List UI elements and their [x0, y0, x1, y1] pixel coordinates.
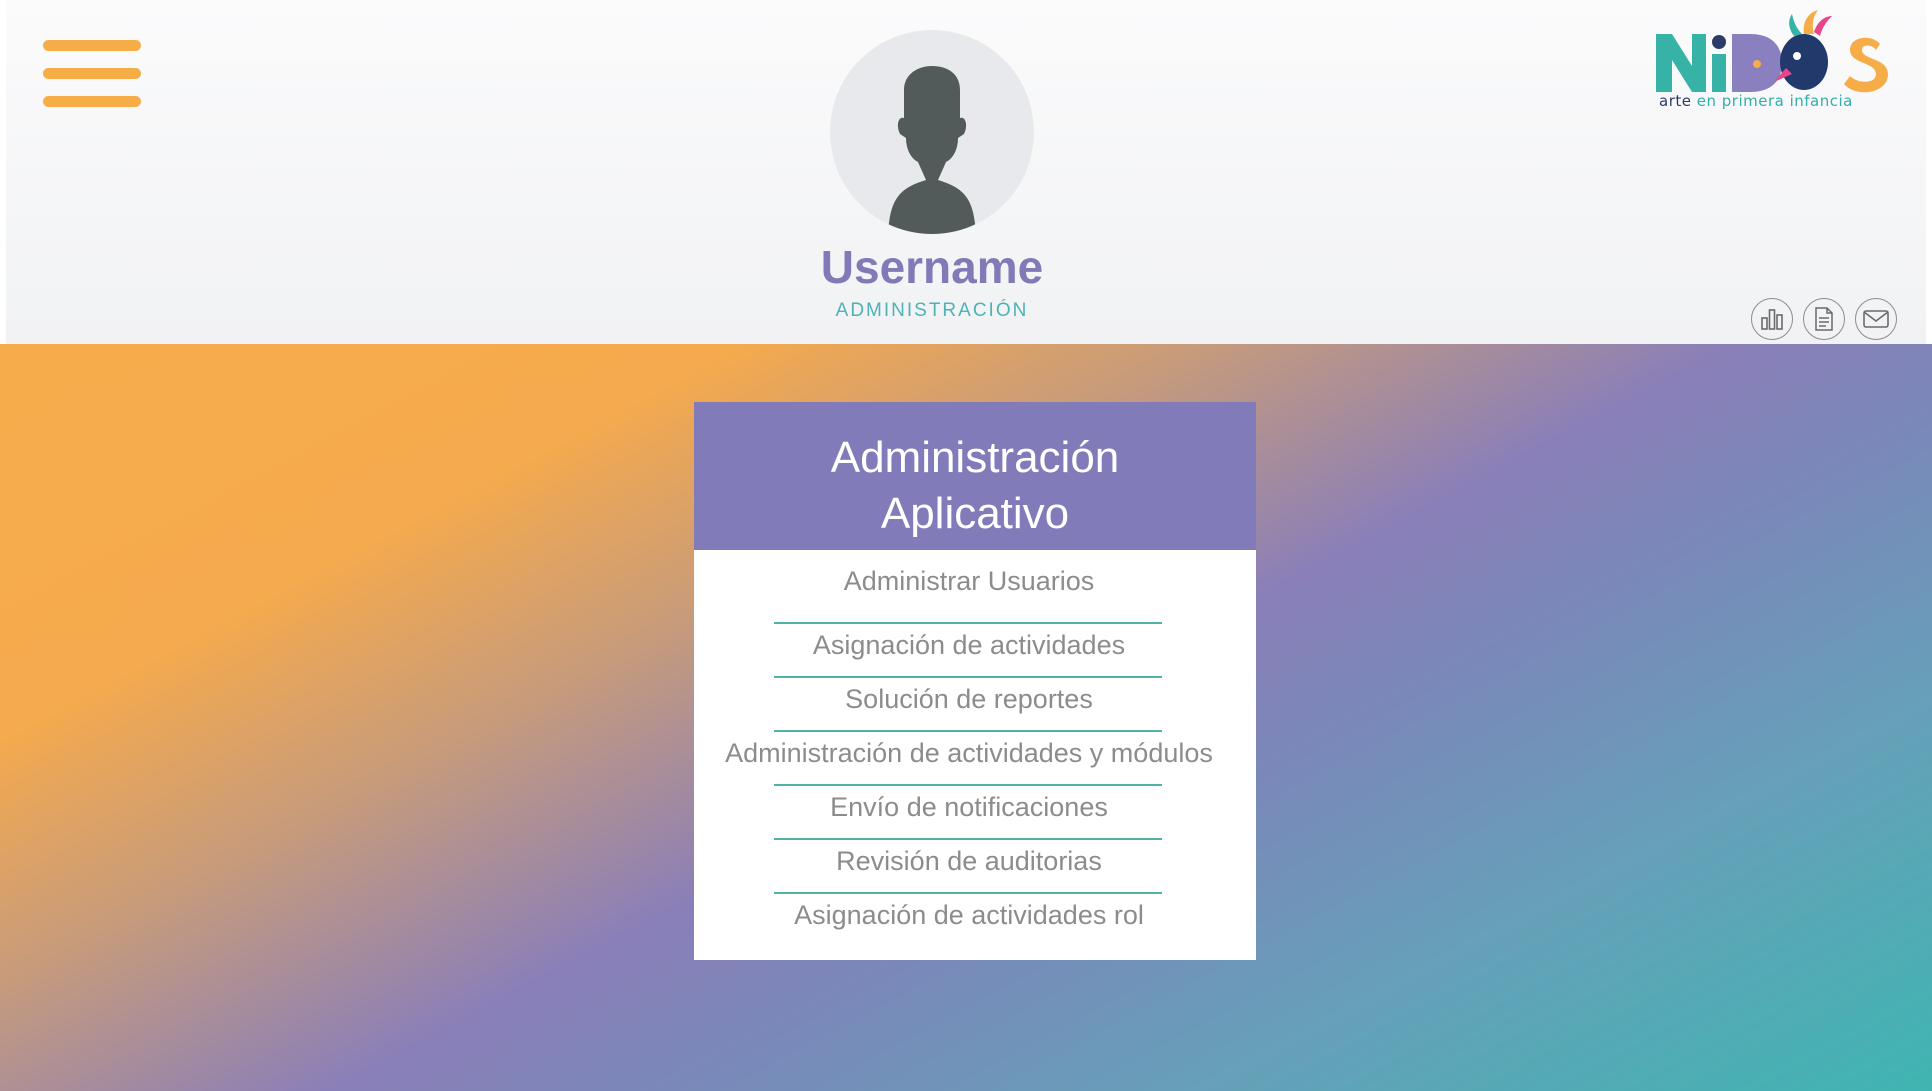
divider	[774, 892, 1162, 894]
divider	[774, 838, 1162, 840]
divider	[774, 622, 1162, 624]
menu-item-administracion-actividades-modulos[interactable]: Administración de actividades y módulos	[694, 738, 1244, 769]
divider	[774, 730, 1162, 732]
user-role: ADMINISTRACIÓN	[835, 300, 1029, 321]
hamburger-menu-icon[interactable]	[43, 40, 141, 107]
admin-menu-card: Administración Aplicativo Administrar Us…	[694, 402, 1256, 960]
avatar	[830, 30, 1034, 234]
nidos-logo-icon	[1656, 10, 1888, 93]
menu-item-asignacion-actividades[interactable]: Asignación de actividades	[694, 630, 1244, 661]
logo-tagline: arte en primera infancia	[1659, 92, 1853, 110]
menu-item-revision-auditorias[interactable]: Revisión de auditorias	[694, 846, 1244, 877]
card-title-line2: Aplicativo	[880, 489, 1070, 538]
menu-item-asignacion-actividades-rol[interactable]: Asignación de actividades rol	[694, 900, 1244, 931]
header-action-icons	[1751, 298, 1897, 340]
card-title-line1: Administración	[830, 433, 1120, 482]
nidos-logo: arte en primera infancia	[1654, 4, 1894, 114]
top-header: Username ADMINISTRACIÓN arte en primera …	[6, 0, 1926, 344]
document-icon[interactable]	[1803, 298, 1845, 340]
menu-item-solucion-reportes[interactable]: Solución de reportes	[694, 684, 1244, 715]
card-title: Administración Aplicativo	[694, 402, 1256, 550]
bar-chart-icon[interactable]	[1751, 298, 1793, 340]
mail-icon[interactable]	[1855, 298, 1897, 340]
menu-item-administrar-usuarios[interactable]: Administrar Usuarios	[694, 566, 1244, 597]
divider	[774, 784, 1162, 786]
menu-item-envio-notificaciones[interactable]: Envío de notificaciones	[694, 792, 1244, 823]
user-silhouette-icon	[888, 66, 976, 234]
divider	[774, 676, 1162, 678]
username: Username	[820, 241, 1044, 293]
